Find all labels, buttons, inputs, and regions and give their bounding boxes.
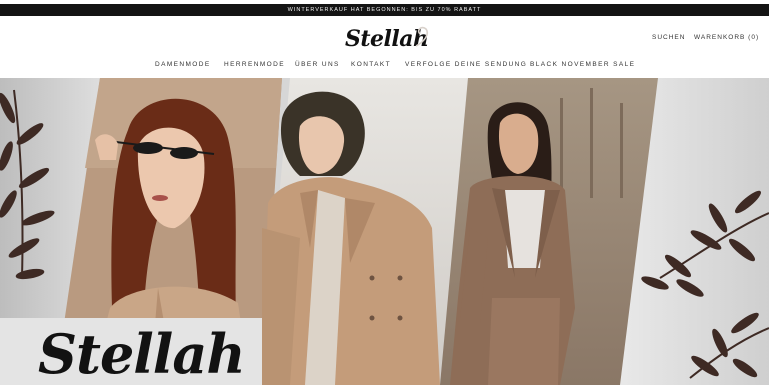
nav-item-kontakt[interactable]: KONTAKT [351,61,391,68]
hero-panel-trenchcoat [262,78,468,385]
announcement-bar: WINTERVERKAUF HAT BEGONNEN: BIS ZU 70% R… [0,4,769,16]
hero-brand-text: Stellah [38,322,246,385]
logo-swirl-icon [415,26,429,47]
nav-item-damenmode[interactable]: DAMENMODE [155,61,211,68]
announcement-text: WINTERVERKAUF HAT BEGONNEN: BIS ZU 70% R… [287,7,482,13]
main-navigation: DAMENMODE HERRENMODE ÜBER UNS KONTAKT VE… [0,61,769,73]
hero-panel-suit [440,78,658,385]
nav-item-herrenmode[interactable]: HERRENMODE [224,61,285,68]
nav-item-sendung[interactable]: VERFOLGE DEINE SENDUNG [405,61,527,68]
site-header: Stellah SUCHEN WARENKORB (0) DAMENMODE H… [0,16,769,78]
nav-item-ueber-uns[interactable]: ÜBER UNS [295,61,340,68]
search-link[interactable]: SUCHEN [652,34,685,41]
nav-item-black-november-sale[interactable]: BLACK NOVEMBER SALE [530,61,635,68]
hero-banner[interactable]: Stellah [0,78,769,385]
cart-link[interactable]: WARENKORB (0) [694,34,759,41]
